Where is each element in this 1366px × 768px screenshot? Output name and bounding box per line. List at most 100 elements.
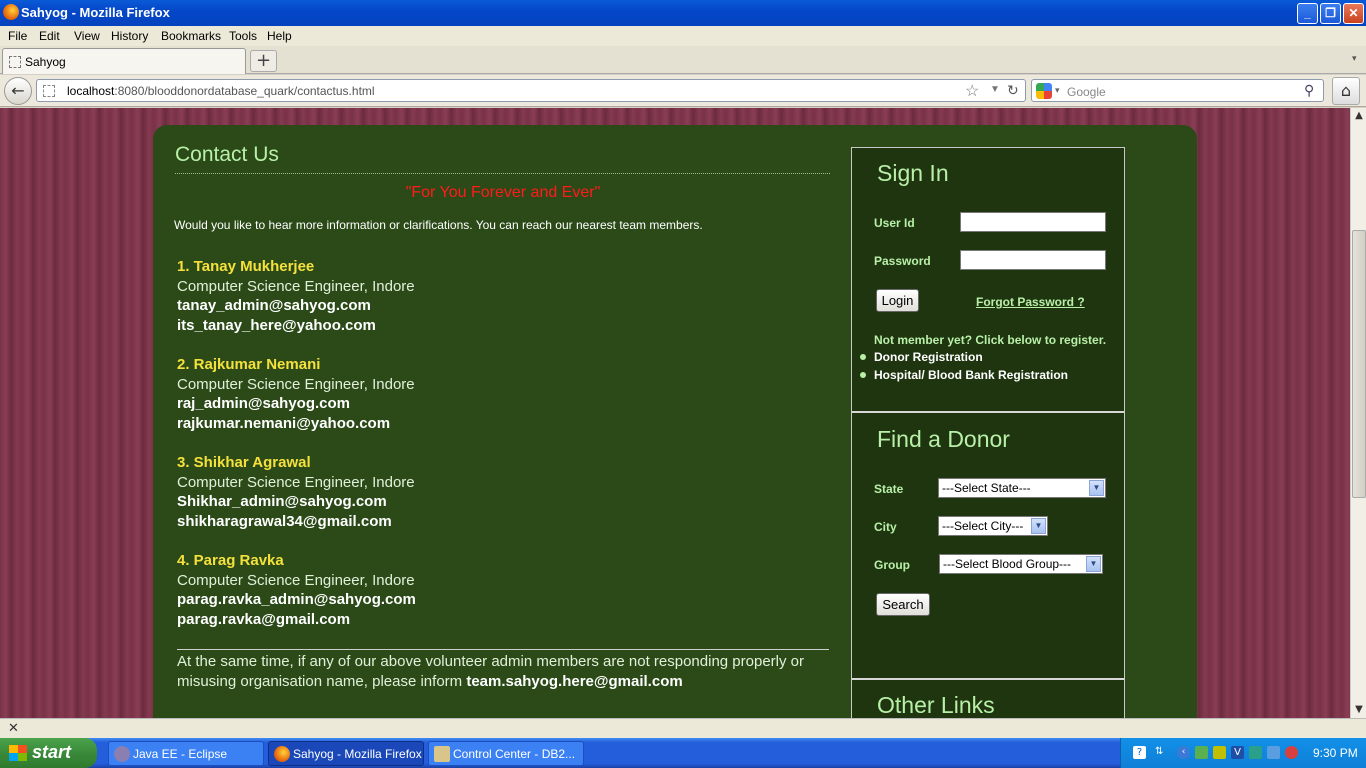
member-email: Shikhar_admin@sahyog.com — [177, 493, 387, 511]
bookmark-star-icon[interactable]: ☆ — [965, 81, 979, 101]
group-label: Group — [874, 558, 910, 572]
close-button[interactable]: ✕ — [1343, 3, 1364, 24]
search-icon[interactable]: ⚲ — [1304, 82, 1314, 99]
antivirus-shield-icon[interactable] — [1285, 746, 1298, 759]
url-history-dropdown-icon[interactable]: ▼ — [990, 84, 1000, 95]
content-panel: Contact Us "For You Forever and Ever" Wo… — [153, 125, 1197, 718]
menu-file[interactable]: File — [8, 29, 27, 43]
close-addon-bar-icon[interactable]: ✕ — [8, 721, 19, 736]
menu-history[interactable]: History — [111, 29, 148, 43]
taskbar: start Java EE - Eclipse Sahyog - Mozilla… — [0, 738, 1366, 768]
user-id-input[interactable] — [960, 212, 1106, 232]
tagline: "For You Forever and Ever" — [405, 184, 601, 201]
search-input[interactable]: Google — [1067, 85, 1106, 99]
member-name: 4. Parag Ravka — [177, 552, 284, 569]
menu-tools[interactable]: Tools — [229, 29, 257, 43]
hospital-registration-link[interactable]: Hospital/ Blood Bank Registration — [874, 368, 1068, 382]
page-title: Contact Us — [175, 143, 279, 166]
tab-strip: Sahyog + ▾ — [0, 46, 1366, 74]
chevron-down-icon[interactable]: ▼ — [1089, 480, 1104, 496]
menu-edit[interactable]: Edit — [39, 29, 60, 43]
bullet-icon — [860, 372, 866, 378]
chevron-down-icon[interactable]: ▼ — [1031, 518, 1046, 534]
member-card: 4. Parag Ravka Computer Science Engineer… — [177, 551, 416, 629]
tab-sahyog[interactable]: Sahyog — [2, 48, 246, 74]
register-prompt: Not member yet? Click below to register. — [874, 333, 1107, 347]
system-tray: ? ⇅ ‹ V 9:30 PM — [1120, 738, 1366, 768]
footer-divider — [177, 649, 829, 650]
footer-email: team.sahyog.here@gmail.com — [466, 673, 683, 690]
window-title: Sahyog - Mozilla Firefox — [21, 5, 170, 20]
taskbar-item-eclipse[interactable]: Java EE - Eclipse — [108, 741, 264, 766]
tab-label: Sahyog — [25, 55, 66, 69]
member-name: 3. Shikhar Agrawal — [177, 454, 311, 471]
bullet-icon — [860, 354, 866, 360]
window-title-bar: Sahyog - Mozilla Firefox _ ❐ ✕ — [0, 0, 1366, 26]
tray-v-icon[interactable]: V — [1231, 746, 1244, 759]
member-name: 1. Tanay Mukherjee — [177, 258, 315, 275]
member-email: rajkumar.nemani@yahoo.com — [177, 414, 391, 432]
forgot-password-link[interactable]: Forgot Password ? — [976, 295, 1085, 309]
home-icon[interactable]: ⌂ — [1332, 77, 1360, 105]
login-button[interactable]: Login — [876, 289, 919, 312]
reload-icon[interactable]: ↻ — [1007, 82, 1019, 99]
menu-help[interactable]: Help — [267, 29, 292, 43]
search-engine-dropdown-icon[interactable]: ▾ — [1055, 85, 1060, 96]
back-arrow-icon[interactable]: ← — [4, 77, 32, 105]
state-select[interactable]: ---Select State--- ▼ — [938, 478, 1106, 498]
member-role: Computer Science Engineer, Indore — [177, 375, 415, 393]
member-card: 2. Rajkumar Nemani Computer Science Engi… — [177, 355, 415, 433]
member-email: tanay_admin@sahyog.com — [177, 297, 371, 315]
tab-list-chevron-icon[interactable]: ▾ — [1352, 54, 1357, 64]
city-label: City — [874, 520, 897, 534]
chevron-down-icon[interactable]: ▼ — [1086, 556, 1101, 572]
password-label: Password — [874, 254, 931, 268]
url-bar[interactable]: localhost:8080/blooddonordatabase_quark/… — [36, 79, 1026, 102]
member-email: shikharagrawal34@gmail.com — [177, 512, 392, 530]
scroll-down-arrow-icon[interactable]: ▼ — [1351, 702, 1366, 718]
help-icon[interactable]: ? — [1133, 746, 1146, 759]
firefox-icon — [274, 746, 290, 762]
tray-app-icon[interactable] — [1195, 746, 1208, 759]
site-identity-icon[interactable] — [43, 85, 55, 97]
taskbar-item-firefox[interactable]: Sahyog - Mozilla Firefox — [268, 741, 424, 766]
status-bar: ✕ — [0, 718, 1366, 738]
find-donor-heading: Find a Donor — [877, 426, 1010, 452]
user-id-label: User Id — [874, 216, 915, 230]
taskbar-item-control-center[interactable]: Control Center - DB2... — [428, 741, 584, 766]
sidebar-divider — [852, 678, 1124, 680]
city-select[interactable]: ---Select City--- ▼ — [938, 516, 1048, 536]
search-bar[interactable]: ▾ Google ⚲ — [1031, 79, 1324, 102]
url-text[interactable]: localhost:8080/blooddonordatabase_quark/… — [67, 84, 375, 98]
intro-text: Would you like to hear more information … — [174, 218, 703, 232]
eclipse-icon — [114, 746, 130, 762]
other-links-heading: Other Links — [877, 692, 995, 718]
title-divider — [175, 173, 830, 174]
network-icon[interactable]: ⇅ — [1155, 746, 1168, 759]
member-email: its_tanay_here@yahoo.com — [177, 316, 376, 334]
tray-chevron-icon[interactable]: ‹ — [1177, 746, 1190, 759]
minimize-button[interactable]: _ — [1297, 3, 1318, 24]
vertical-scrollbar[interactable]: ▲ ▼ — [1350, 108, 1366, 718]
scroll-up-arrow-icon[interactable]: ▲ — [1351, 108, 1366, 124]
member-card: 3. Shikhar Agrawal Computer Science Engi… — [177, 453, 415, 531]
member-role: Computer Science Engineer, Indore — [177, 571, 415, 589]
member-role: Computer Science Engineer, Indore — [177, 473, 415, 491]
search-button[interactable]: Search — [876, 593, 930, 616]
donor-registration-link[interactable]: Donor Registration — [874, 350, 983, 364]
new-tab-button[interactable]: + — [250, 50, 277, 72]
db2-icon — [434, 746, 450, 762]
tray-app-icon[interactable] — [1213, 746, 1226, 759]
google-icon[interactable] — [1036, 83, 1052, 99]
tray-app-icon[interactable] — [1267, 746, 1280, 759]
restore-button[interactable]: ❐ — [1320, 3, 1341, 24]
scrollbar-thumb[interactable] — [1352, 230, 1366, 498]
tray-app-icon[interactable] — [1249, 746, 1262, 759]
menu-view[interactable]: View — [74, 29, 100, 43]
member-name: 2. Rajkumar Nemani — [177, 356, 321, 373]
password-input[interactable] — [960, 250, 1106, 270]
menu-bookmarks[interactable]: Bookmarks — [161, 29, 221, 43]
sidebar-divider — [852, 411, 1124, 413]
start-button[interactable]: start — [0, 738, 97, 768]
blood-group-select[interactable]: ---Select Blood Group--- ▼ — [939, 554, 1103, 574]
